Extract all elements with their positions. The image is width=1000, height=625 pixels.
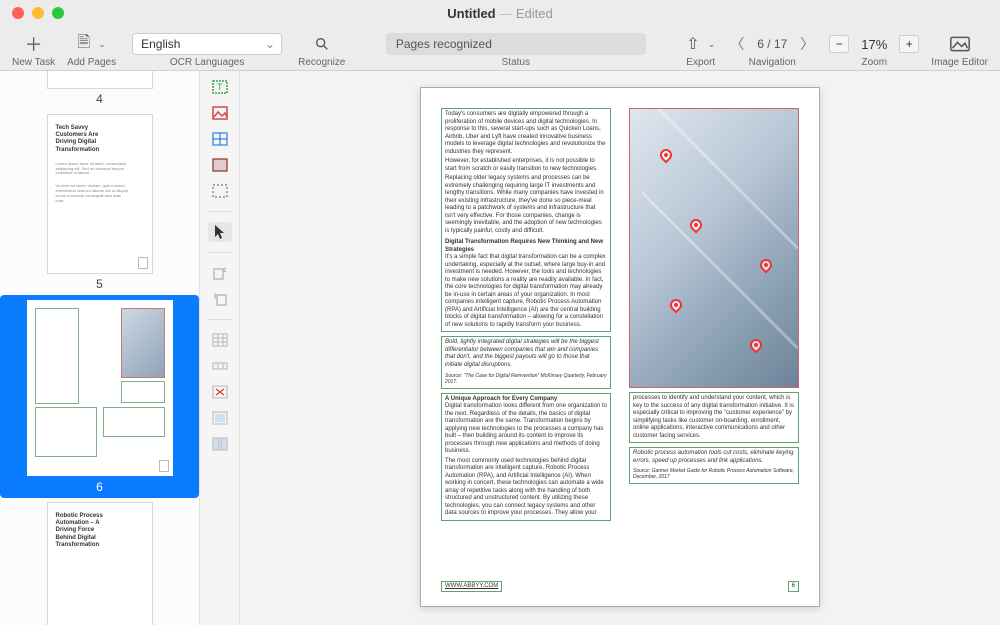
zoom-group: − 17% + Zoom xyxy=(823,33,925,68)
thumbnails-panel[interactable]: 4 Tech Savvy Customers Are Driving Digit… xyxy=(0,71,200,625)
text-block[interactable]: processes to identify and understand you… xyxy=(629,392,799,443)
table-add-tool[interactable] xyxy=(208,330,232,350)
table-merge-tool[interactable] xyxy=(208,408,232,428)
image-editor-icon xyxy=(950,36,970,52)
table-block-tool[interactable] xyxy=(208,129,232,149)
toolbar: ＋ New Task 🗎⌄ Add Pages English OCR Lang… xyxy=(0,26,1000,70)
table-split-tool[interactable] xyxy=(208,434,232,454)
navigation-group: 〈 6 / 17 〉 Navigation xyxy=(721,33,823,68)
nav-next-button[interactable]: 〉 xyxy=(797,34,817,54)
cursor-tool[interactable] xyxy=(208,222,232,242)
titlebar: Untitled — Edited xyxy=(0,0,1000,26)
image-block[interactable] xyxy=(629,108,799,388)
new-task-button[interactable]: ＋ New Task xyxy=(6,33,61,68)
text-block-tool[interactable]: T xyxy=(208,77,232,97)
thumbnail-6[interactable]: 6 xyxy=(0,295,199,498)
thumbnail-4[interactable]: 4 xyxy=(0,71,199,110)
status-field: Pages recognized xyxy=(386,33,646,55)
thumbnail-5[interactable]: Tech Savvy Customers Are Driving Digital… xyxy=(0,110,199,295)
page-view: Today's consumers are digitally empowere… xyxy=(420,87,820,607)
svg-text:T: T xyxy=(217,82,223,92)
picture-block-tool[interactable] xyxy=(208,103,232,123)
thumbnail-7[interactable]: Robotic Process Automation – A Driving F… xyxy=(0,498,199,625)
zoom-in-button[interactable]: + xyxy=(899,35,919,53)
eraser-tool[interactable] xyxy=(208,181,232,201)
window-title: Untitled — Edited xyxy=(0,6,1000,21)
table-row-tool[interactable] xyxy=(208,356,232,376)
text-block[interactable]: Bold, tightly integrated digital strateg… xyxy=(441,336,611,389)
rotate-left-tool[interactable] xyxy=(208,263,232,283)
nav-page-count: 6 / 17 xyxy=(753,37,791,51)
export-icon: ⇧ xyxy=(686,34,699,54)
page-canvas[interactable]: Today's consumers are digitally empowere… xyxy=(240,71,1000,625)
text-block[interactable]: Today's consumers are digitally empowere… xyxy=(441,108,611,332)
recognize-button[interactable]: Recognize xyxy=(292,33,351,68)
edited-indicator: Edited xyxy=(516,6,553,21)
tool-strip: T xyxy=(200,71,240,625)
document-name: Untitled xyxy=(447,6,495,21)
status-group: Pages recognized Status xyxy=(351,33,680,68)
nav-prev-button[interactable]: 〈 xyxy=(727,34,747,54)
image-editor-button[interactable]: Image Editor xyxy=(925,33,994,68)
text-block[interactable]: A Unique Approach for Every Company Digi… xyxy=(441,393,611,521)
rotate-right-tool[interactable] xyxy=(208,289,232,309)
text-block[interactable]: Robotic process automation tools cut cos… xyxy=(629,447,799,484)
table-delete-tool[interactable] xyxy=(208,382,232,402)
footer-url[interactable]: WWW.ABBYY.COM xyxy=(441,581,502,593)
ocr-language-select[interactable]: English xyxy=(132,33,282,55)
plus-icon: ＋ xyxy=(25,31,43,57)
main-area: 4 Tech Savvy Customers Are Driving Digit… xyxy=(0,70,1000,625)
page-footer: WWW.ABBYY.COM 6 xyxy=(441,581,799,593)
background-block-tool[interactable] xyxy=(208,155,232,175)
recognize-icon xyxy=(314,36,330,52)
ocr-languages-group: English OCR Languages xyxy=(122,33,292,68)
zoom-out-button[interactable]: − xyxy=(829,35,849,53)
add-pages-button[interactable]: 🗎⌄ Add Pages xyxy=(61,33,122,68)
footer-page-number: 6 xyxy=(788,581,799,593)
export-button[interactable]: ⇧⌄ Export xyxy=(680,33,721,68)
document-icon: 🗎 xyxy=(77,31,90,58)
zoom-value: 17% xyxy=(855,37,893,52)
